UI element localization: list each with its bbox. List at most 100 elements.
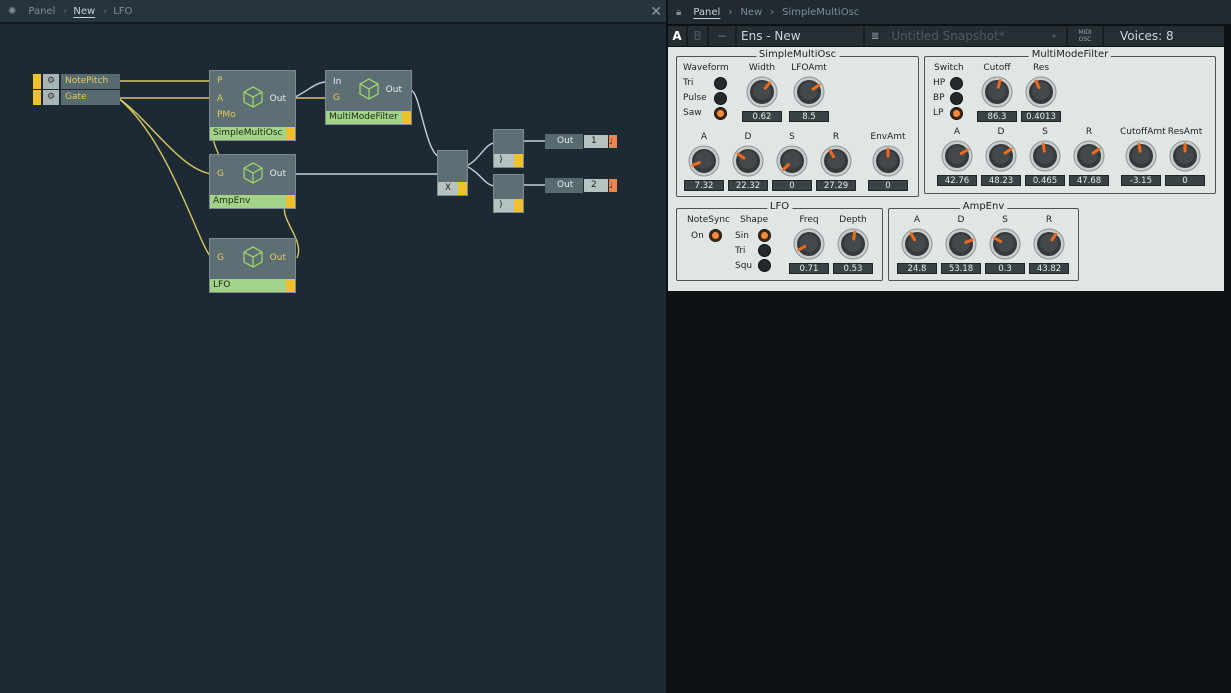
node-split-2[interactable]: ) [493, 174, 524, 213]
knob-value[interactable]: 0.71 [789, 263, 829, 274]
waveform-pulse-radio[interactable] [714, 92, 727, 105]
knob-filter-d[interactable]: D 48.23 [980, 125, 1022, 191]
port-a[interactable]: A [217, 94, 223, 104]
knob-dial[interactable] [793, 228, 825, 260]
node-menu-button[interactable] [286, 195, 295, 208]
knob-dial[interactable] [1125, 140, 1157, 172]
port-g[interactable]: G [217, 253, 224, 263]
knob-dial[interactable] [776, 145, 808, 177]
knob-filter-r[interactable]: R 47.68 [1068, 125, 1110, 191]
port-g[interactable]: G [217, 169, 224, 179]
mode-hp-radio[interactable] [950, 77, 963, 90]
knob-value[interactable]: 27.29 [816, 180, 856, 191]
port-in[interactable]: In [333, 77, 341, 87]
node-multiply[interactable]: X [437, 150, 468, 196]
knob-dial[interactable] [941, 140, 973, 172]
knob-filter-a[interactable]: A 42.76 [936, 125, 978, 191]
node-ampenv[interactable]: G Out AmpEnv [209, 154, 296, 209]
shape-tri-radio[interactable] [758, 244, 771, 257]
knob-dial[interactable] [1169, 140, 1201, 172]
knob-osc-a[interactable]: A 7.32 [683, 130, 725, 196]
node-menu-button[interactable] [514, 154, 523, 167]
port-pmo[interactable]: PMo [217, 110, 236, 120]
input-handle[interactable] [33, 74, 41, 89]
knob-dial[interactable] [1073, 140, 1105, 172]
note-icon[interactable]: ♩ [609, 179, 617, 192]
node-menu-button[interactable] [458, 182, 467, 195]
output-channel[interactable]: 2 [584, 179, 608, 192]
output-channel[interactable]: 1 [584, 135, 608, 148]
knob-value[interactable]: 24.8 [897, 263, 937, 274]
knob-value[interactable]: 86.3 [977, 111, 1017, 122]
input-handle[interactable] [33, 90, 41, 105]
knob-ampenv-d[interactable]: D 53.18 [940, 213, 982, 279]
knob-value[interactable]: 0 [1165, 175, 1205, 186]
port-g[interactable]: G [333, 93, 340, 103]
mode-bp-radio[interactable] [950, 92, 963, 105]
view-b-button[interactable]: B [688, 26, 709, 46]
knob-value[interactable]: 0.62 [742, 111, 782, 122]
crumb-panel[interactable]: Panel [693, 7, 720, 18]
knob-dial[interactable] [989, 228, 1021, 260]
knob-value[interactable]: 42.76 [937, 175, 977, 186]
node-simplemultiosc[interactable]: P A PMo Out SimpleMultiOsc [209, 70, 296, 141]
node-multimodefilter[interactable]: In G Out MultiModeFilter [325, 70, 412, 125]
knob-value[interactable]: 8.5 [789, 111, 829, 122]
knob-dial[interactable] [1025, 76, 1057, 108]
knob-value[interactable]: 0.4013 [1021, 111, 1061, 122]
midi-osc-button[interactable]: MIDI OSC [1068, 26, 1104, 46]
knob-dial[interactable] [901, 228, 933, 260]
knob-ampenv-s[interactable]: S 0.3 [984, 213, 1026, 279]
node-menu-button[interactable] [514, 199, 523, 212]
knob-value[interactable]: 48.23 [981, 175, 1021, 186]
knob-ampenv-a[interactable]: A 24.8 [896, 213, 938, 279]
output-1[interactable]: Out 1 ♩ [545, 134, 617, 149]
ensemble-name[interactable]: Ens - New [737, 26, 865, 46]
knob-dial[interactable] [872, 145, 904, 177]
knob-filter-cutoffamt[interactable]: CutoffAmt -3.15 [1120, 125, 1166, 191]
shape-squ-radio[interactable] [758, 259, 771, 272]
knob-osc-envamt[interactable]: EnvAmt 0 [867, 130, 909, 196]
input-notepitch[interactable]: ⚙ NotePitch [33, 74, 120, 89]
knob-value[interactable]: 53.18 [941, 263, 981, 274]
port-p[interactable]: P [217, 76, 222, 86]
knob-value[interactable]: 0.465 [1025, 175, 1065, 186]
node-menu-button[interactable] [286, 279, 295, 292]
knob-value[interactable]: -3.15 [1121, 175, 1161, 186]
knob-value[interactable]: 22.32 [728, 180, 768, 191]
knob-value[interactable]: 0.53 [833, 263, 873, 274]
port-out[interactable]: Out [270, 253, 286, 263]
shape-sin-radio[interactable] [758, 229, 771, 242]
snapshot-select[interactable]: ≣ Untitled Snapshot* ▾ [865, 26, 1068, 46]
knob-dial[interactable] [837, 228, 869, 260]
knob-dial[interactable] [732, 145, 764, 177]
knob-dial[interactable] [1033, 228, 1065, 260]
knob-value[interactable]: 0 [772, 180, 812, 191]
crumb-simplemultiosc[interactable]: SimpleMultiOsc [782, 7, 859, 18]
mode-lp-radio[interactable] [950, 107, 963, 120]
knob-dial[interactable] [793, 76, 825, 108]
knob-osc-s[interactable]: S0 [771, 130, 813, 196]
knob-filter-resamt[interactable]: ResAmt 0 [1164, 125, 1206, 191]
knob-dial[interactable] [945, 228, 977, 260]
knob-value[interactable]: 0 [868, 180, 908, 191]
knob-osc-d[interactable]: D 22.32 [727, 130, 769, 196]
knob-dial[interactable] [1029, 140, 1061, 172]
waveform-tri-radio[interactable] [714, 77, 727, 90]
knob-osc-r[interactable]: R 27.29 [815, 130, 857, 196]
waveform-saw-radio[interactable] [714, 107, 727, 120]
knob-dial[interactable] [981, 76, 1013, 108]
notesync-on-radio[interactable] [709, 229, 722, 242]
crumb-new[interactable]: New [740, 7, 762, 18]
port-out[interactable]: Out [270, 169, 286, 179]
knob-ampenv-r[interactable]: R 43.82 [1028, 213, 1070, 279]
input-gate[interactable]: ⚙ Gate [33, 90, 120, 105]
output-2[interactable]: Out 2 ♩ [545, 178, 617, 193]
node-menu-button[interactable] [286, 127, 295, 140]
port-out[interactable]: Out [270, 94, 286, 104]
view-a-button[interactable]: A [668, 26, 688, 46]
note-icon[interactable]: ♩ [609, 135, 617, 148]
knob-filter-res[interactable]: Res 0.4013 [1020, 61, 1062, 127]
knob-value[interactable]: 7.32 [684, 180, 724, 191]
knob-value[interactable]: 47.68 [1069, 175, 1109, 186]
